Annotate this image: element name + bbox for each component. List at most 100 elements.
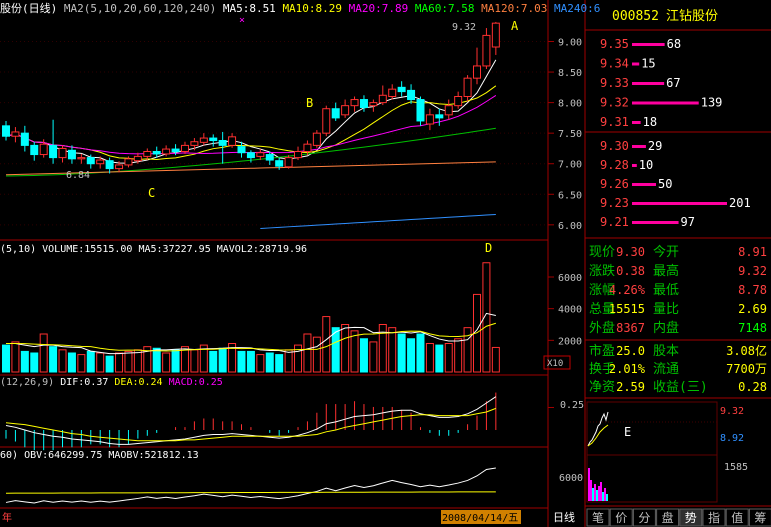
volume-bar[interactable] (209, 350, 218, 373)
volume-bar[interactable] (105, 355, 114, 373)
candle[interactable] (256, 149, 265, 161)
candle[interactable] (473, 47, 481, 85)
tab-1[interactable]: 价 (609, 508, 633, 527)
candle[interactable] (284, 155, 293, 169)
volume-bar[interactable] (67, 352, 76, 373)
candle[interactable] (322, 105, 331, 137)
candle[interactable] (416, 96, 425, 126)
candle[interactable] (2, 120, 10, 141)
candle[interactable] (180, 141, 189, 154)
volume-bar[interactable] (444, 343, 453, 373)
volume-bar[interactable] (190, 349, 199, 373)
volume-bar[interactable] (77, 354, 86, 373)
tab-label[interactable]: 笔 (592, 510, 604, 525)
volume-bar[interactable] (49, 346, 58, 373)
volume-bar[interactable] (312, 336, 321, 373)
candle[interactable] (397, 81, 406, 97)
candle[interactable] (444, 99, 453, 120)
volume-bar[interactable] (322, 316, 331, 373)
tab-2[interactable]: 分 (632, 508, 656, 527)
candle[interactable] (96, 156, 105, 169)
candle[interactable] (209, 134, 218, 147)
volume-bar[interactable] (303, 333, 312, 373)
volume-bar[interactable] (30, 352, 39, 373)
candle[interactable] (425, 108, 434, 131)
volume-bars[interactable] (2, 262, 500, 373)
candle[interactable] (341, 99, 350, 118)
candle[interactable] (463, 75, 472, 102)
volume-bar[interactable] (152, 347, 161, 373)
candle[interactable] (350, 96, 359, 112)
tab-label[interactable]: 筹 (754, 511, 766, 525)
candle[interactable] (58, 145, 67, 163)
tab-label[interactable]: 势 (685, 511, 697, 525)
volume-bar[interactable] (20, 350, 29, 373)
volume-bar[interactable] (341, 324, 350, 373)
volume-bar[interactable] (115, 352, 124, 373)
tab-label[interactable]: 价 (615, 511, 627, 525)
volume-bar[interactable] (425, 343, 434, 373)
candle[interactable] (105, 157, 114, 174)
volume-bar[interactable] (491, 346, 500, 373)
candle[interactable] (369, 99, 378, 112)
volume-bar[interactable] (284, 349, 293, 373)
candle[interactable] (20, 125, 29, 152)
candle[interactable] (77, 153, 86, 164)
candle[interactable] (454, 91, 463, 109)
volume-bar[interactable] (265, 352, 274, 373)
candle[interactable] (435, 108, 444, 126)
tab-7[interactable]: 筹 (748, 508, 771, 527)
volume-bar[interactable] (416, 333, 425, 373)
volume-bar[interactable] (124, 350, 133, 373)
candle[interactable] (491, 21, 500, 55)
candle[interactable] (482, 28, 491, 69)
tab-3[interactable]: 盘 (656, 508, 680, 527)
candle[interactable] (199, 133, 208, 146)
candle[interactable] (228, 133, 237, 148)
candle[interactable] (49, 119, 58, 164)
tab-0[interactable]: 笔 (586, 508, 610, 527)
volume-bar[interactable] (454, 338, 463, 373)
tab-label[interactable]: 值 (731, 510, 743, 525)
volume-bar[interactable] (11, 341, 20, 373)
volume-bar[interactable] (2, 344, 10, 373)
tab-6[interactable]: 值 (725, 508, 749, 527)
candle[interactable] (30, 141, 39, 161)
tab-5[interactable]: 指 (702, 508, 726, 527)
volume-bar[interactable] (237, 350, 246, 373)
volume-bar[interactable] (397, 333, 406, 373)
volume-bar[interactable] (218, 347, 227, 373)
bottom-tabs[interactable]: 笔价分盘势指值筹 (586, 508, 771, 527)
candle[interactable] (407, 84, 416, 104)
candle[interactable] (303, 140, 312, 156)
candle[interactable] (143, 148, 152, 161)
volume-bar[interactable] (171, 349, 180, 373)
volume-bar[interactable] (275, 354, 284, 373)
volume-bar[interactable] (359, 338, 368, 373)
intraday-mini-chart[interactable] (586, 401, 718, 503)
volume-bar[interactable] (350, 330, 359, 373)
volume-bar[interactable] (39, 333, 48, 373)
candle[interactable] (312, 130, 321, 148)
tab-label[interactable]: 分 (638, 511, 650, 525)
volume-bar[interactable] (246, 350, 255, 373)
candle[interactable] (388, 84, 397, 100)
candle[interactable] (294, 146, 303, 161)
volume-bar[interactable] (96, 352, 105, 373)
volume-bar[interactable] (162, 352, 171, 373)
volume-bar[interactable] (407, 338, 416, 373)
tab-label[interactable]: 指 (708, 510, 720, 525)
volume-bar[interactable] (256, 354, 265, 373)
volume-bar[interactable] (435, 344, 444, 373)
obv-indicator[interactable] (5, 467, 496, 504)
volume-bar[interactable] (463, 327, 472, 373)
candle[interactable] (378, 85, 387, 106)
candlestick-series[interactable] (2, 21, 500, 174)
period-label[interactable]: 日线 (553, 510, 575, 524)
candle[interactable] (331, 102, 340, 121)
macd-indicator[interactable] (5, 392, 554, 451)
volume-bar[interactable] (86, 350, 95, 373)
volume-bar[interactable] (58, 349, 67, 373)
volume-bar[interactable] (388, 327, 397, 373)
volume-bar[interactable] (369, 341, 378, 373)
